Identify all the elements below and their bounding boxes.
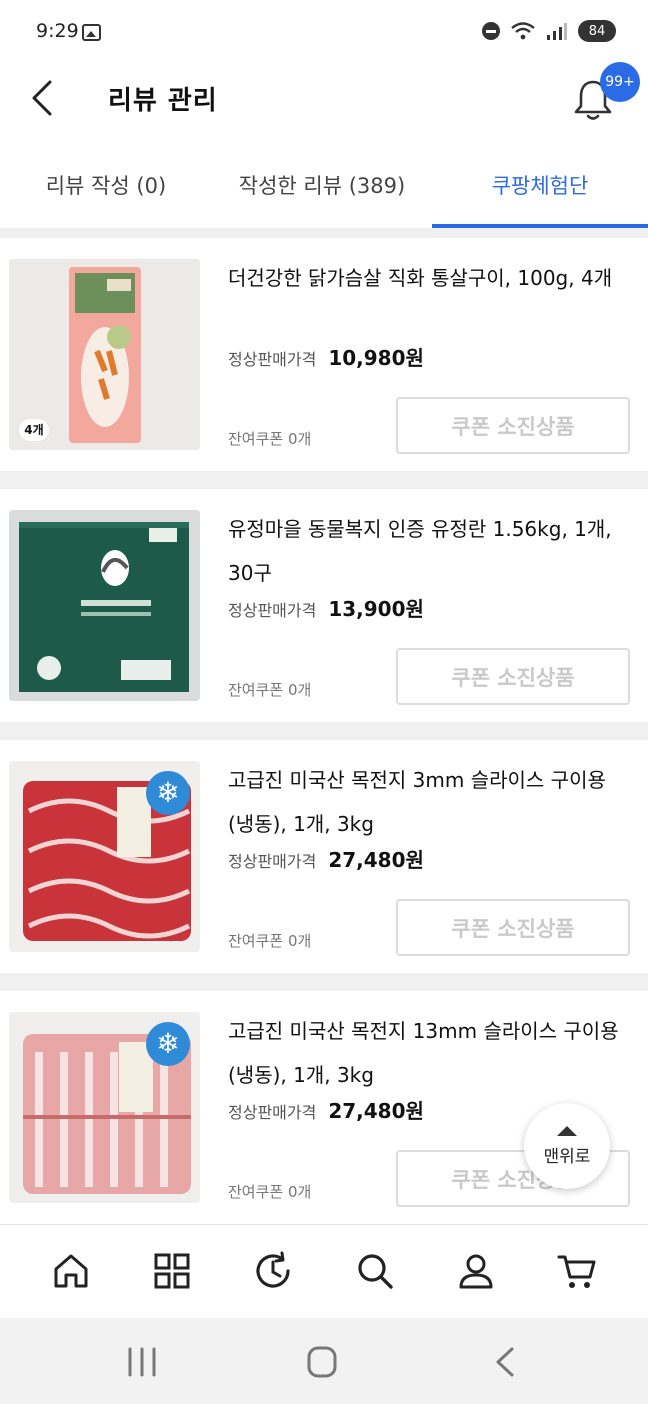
product-image: 4개 — [9, 259, 200, 450]
remaining-coupons: 잔여쿠폰 0개 — [228, 1183, 312, 1201]
price-row: 정상판매가격 13,900원 — [228, 593, 424, 622]
app-header: 리뷰 관리 99+ — [0, 62, 648, 132]
recent-apps-icon[interactable] — [122, 1346, 162, 1378]
list-item[interactable]: ❄ 고급진 미국산 목전지 3mm 슬라이스 구이용 (냉동), 1개, 3kg… — [0, 740, 648, 973]
bottom-navigation — [0, 1224, 648, 1316]
quantity-badge: 4개 — [19, 419, 49, 441]
arrow-up-icon — [557, 1125, 577, 1136]
system-back-icon[interactable] — [486, 1346, 526, 1378]
price-row: 정상판매가격 27,480원 — [228, 1095, 424, 1124]
nav-category[interactable] — [147, 1246, 197, 1296]
remaining-coupons: 잔여쿠폰 0개 — [228, 681, 312, 699]
system-navigation-bar — [0, 1318, 648, 1404]
price-row: 정상판매가격 27,480원 — [228, 844, 424, 873]
status-time: 9:29 — [36, 20, 79, 42]
product-name[interactable]: 더건강한 닭가슴살 직화 통살구이, 100g, 4개 — [228, 256, 638, 300]
nav-home[interactable] — [46, 1246, 96, 1296]
price-row: 정상판매가격 10,980원 — [228, 342, 424, 371]
remaining-coupons: 잔여쿠폰 0개 — [228, 430, 312, 448]
product-name[interactable]: 유정마을 동물복지 인증 유정란 1.56kg, 1개, 30구 — [228, 507, 638, 595]
tab-coupang-experience[interactable]: 쿠팡체험단 — [432, 150, 648, 228]
nav-recent[interactable] — [248, 1246, 298, 1296]
category-icon — [154, 1253, 190, 1288]
nav-my-page[interactable] — [451, 1246, 501, 1296]
scroll-to-top-button[interactable]: 맨위로 — [524, 1103, 610, 1189]
coupon-soldout-button[interactable]: 쿠폰 소진상품 — [396, 648, 630, 705]
egg-box-image — [9, 510, 200, 701]
frozen-snowflake-icon: ❄ — [146, 771, 190, 815]
price-value: 27,480원 — [328, 848, 424, 872]
product-image: ❄ — [9, 1012, 200, 1203]
cart-icon — [557, 1255, 596, 1288]
product-list: 4개 더건강한 닭가슴살 직화 통살구이, 100g, 4개 정상판매가격 10… — [0, 238, 648, 1224]
item-separator — [0, 471, 648, 489]
tab-written-reviews[interactable]: 작성한 리뷰 (389) — [212, 150, 432, 228]
gallery-notification-icon — [82, 24, 101, 41]
price-label: 정상판매가격 — [228, 1103, 317, 1122]
do-not-disturb-icon — [482, 22, 500, 40]
coupon-soldout-button[interactable]: 쿠폰 소진상품 — [396, 397, 630, 454]
list-item[interactable]: 4개 더건강한 닭가슴살 직화 통살구이, 100g, 4개 정상판매가격 10… — [0, 238, 648, 471]
my-page-icon — [459, 1254, 493, 1288]
search-icon — [358, 1253, 393, 1289]
price-label: 정상판매가격 — [228, 852, 317, 871]
item-separator — [0, 722, 648, 740]
scroll-to-top-label: 맨위로 — [543, 1146, 591, 1167]
product-name[interactable]: 고급진 미국산 목전지 13mm 슬라이스 구이용 (냉동), 1개, 3kg — [228, 1009, 638, 1097]
price-value: 27,480원 — [328, 1099, 424, 1123]
review-tabs: 리뷰 작성 (0) 작성한 리뷰 (389) 쿠팡체험단 — [0, 150, 648, 228]
price-label: 정상판매가격 — [228, 601, 317, 620]
recent-icon — [256, 1251, 290, 1288]
page-title: 리뷰 관리 — [108, 86, 218, 116]
back-icon[interactable] — [24, 78, 64, 118]
wifi-icon — [511, 22, 535, 40]
item-separator — [0, 973, 648, 991]
coupon-soldout-button[interactable]: 쿠폰 소진상품 — [396, 899, 630, 956]
home-icon — [54, 1254, 88, 1287]
status-bar: 9:29 84 — [0, 0, 648, 66]
price-label: 정상판매가격 — [228, 350, 317, 369]
price-value: 10,980원 — [328, 346, 424, 370]
signal-icon — [547, 23, 567, 40]
divider — [0, 228, 648, 238]
notification-badge: 99+ — [600, 62, 640, 102]
frozen-snowflake-icon: ❄ — [146, 1022, 190, 1066]
tab-write-review[interactable]: 리뷰 작성 (0) — [0, 150, 212, 228]
home-button-icon[interactable] — [302, 1346, 342, 1378]
price-value: 13,900원 — [328, 597, 424, 621]
nav-search[interactable] — [350, 1246, 400, 1296]
product-image — [9, 510, 200, 701]
nav-cart[interactable] — [552, 1246, 602, 1296]
list-item[interactable]: 유정마을 동물복지 인증 유정란 1.56kg, 1개, 30구 정상판매가격 … — [0, 489, 648, 722]
product-image: ❄ — [9, 761, 200, 952]
product-name[interactable]: 고급진 미국산 목전지 3mm 슬라이스 구이용 (냉동), 1개, 3kg — [228, 758, 638, 846]
status-icons: 84 — [482, 20, 616, 42]
battery-indicator: 84 — [578, 20, 616, 42]
remaining-coupons: 잔여쿠폰 0개 — [228, 932, 312, 950]
